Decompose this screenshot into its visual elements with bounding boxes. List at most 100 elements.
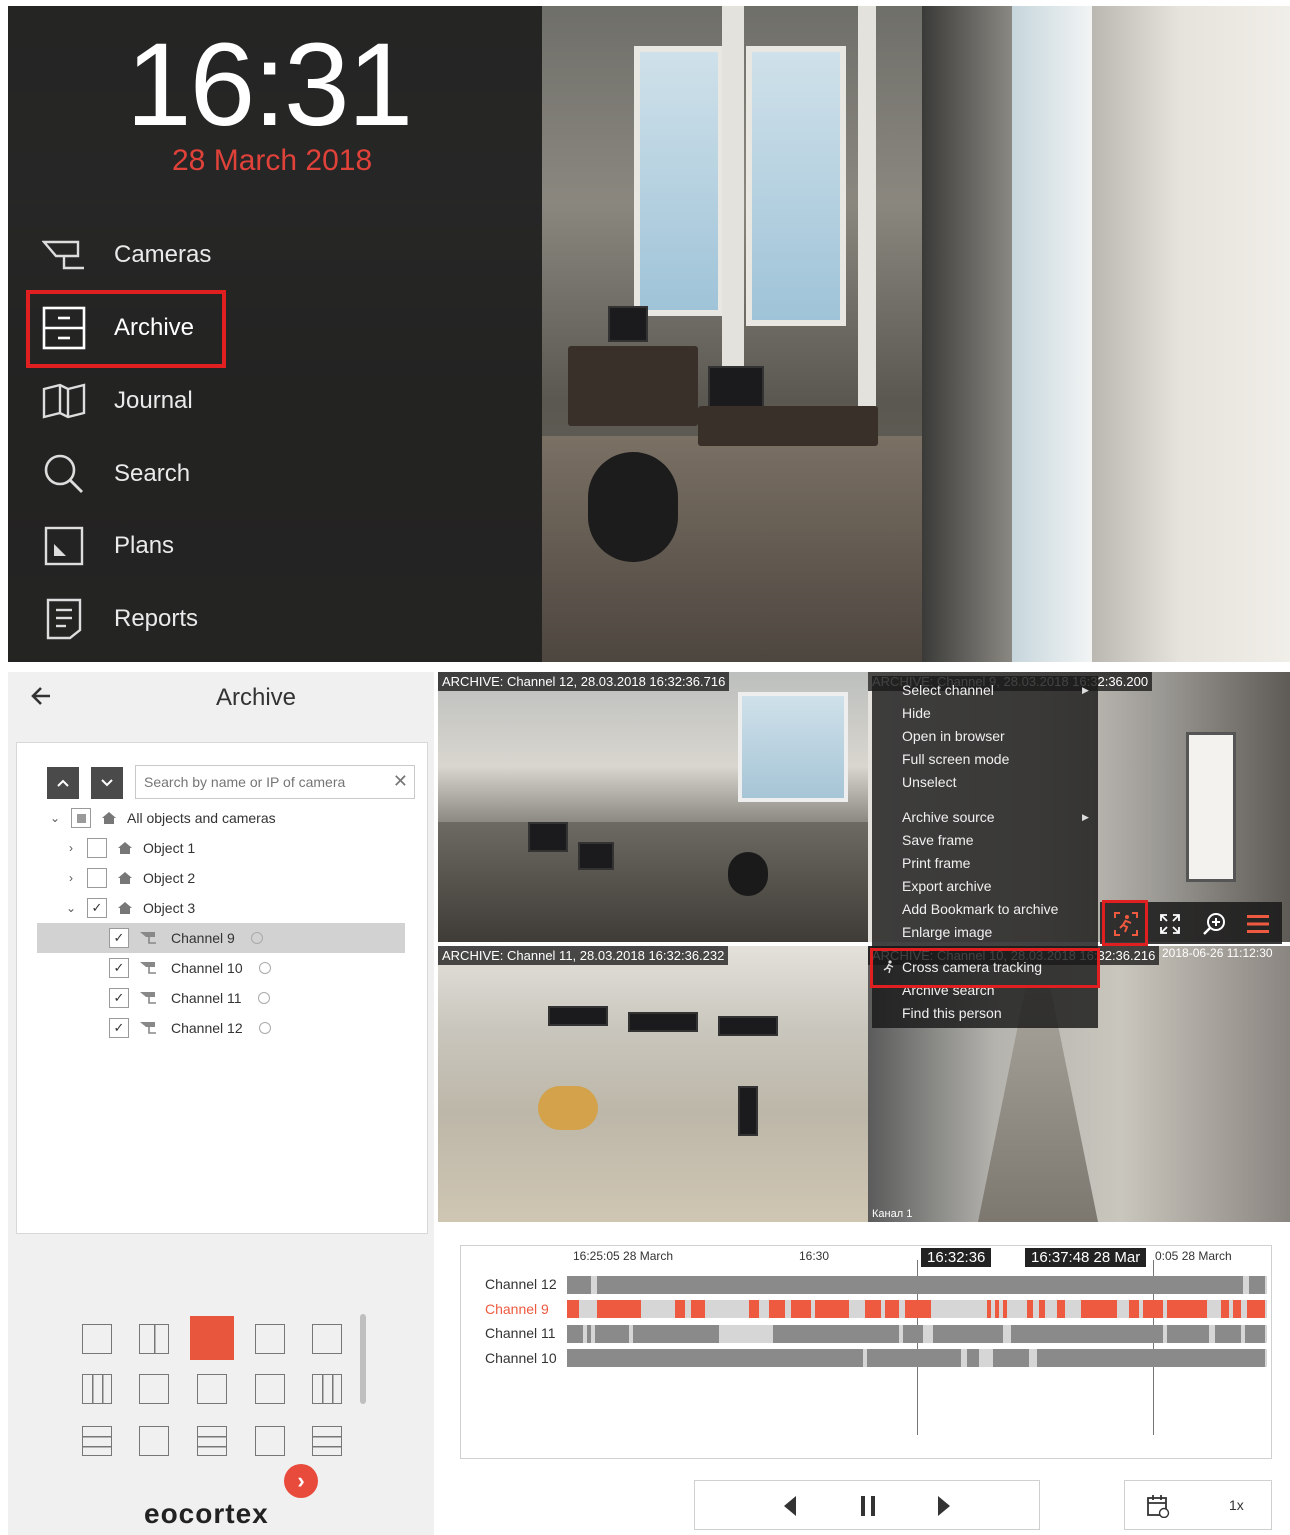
chevron-down-icon[interactable]: ⌄ bbox=[47, 811, 63, 825]
search-icon[interactable] bbox=[250, 932, 263, 944]
checkbox[interactable] bbox=[87, 868, 107, 888]
timeline-track-active[interactable] bbox=[567, 1300, 1267, 1318]
step-back-button[interactable] bbox=[775, 1491, 805, 1521]
record-segment bbox=[865, 1300, 881, 1318]
layout-option-active[interactable] bbox=[190, 1316, 234, 1360]
layout-option[interactable] bbox=[82, 1374, 112, 1404]
video-tile-channel-12[interactable]: ARCHIVE: Channel 12, 28.03.2018 16:32:36… bbox=[438, 672, 868, 942]
monitor bbox=[548, 1006, 608, 1026]
nav-label: Reports bbox=[114, 605, 199, 632]
checkbox[interactable]: ✓ bbox=[109, 1018, 129, 1038]
checkbox[interactable]: ✓ bbox=[109, 928, 129, 948]
menu-item-full-screen[interactable]: Full screen mode bbox=[902, 751, 1009, 767]
layout-option[interactable] bbox=[139, 1324, 169, 1354]
record-segment bbox=[1027, 1300, 1033, 1318]
calendar-button[interactable] bbox=[1143, 1491, 1173, 1521]
menu-item-save-frame[interactable]: Save frame bbox=[902, 832, 974, 848]
glass-panel bbox=[1012, 6, 1092, 662]
search-icon[interactable] bbox=[258, 962, 271, 974]
desk bbox=[568, 346, 698, 426]
tree-label: Channel 11 bbox=[171, 990, 242, 1006]
tree-channel[interactable]: ✓ Channel 12 bbox=[101, 1013, 271, 1043]
tree-channel[interactable]: ✓ Channel 10 bbox=[101, 953, 271, 983]
menu-item-export-archive[interactable]: Export archive bbox=[902, 878, 991, 894]
fullscreen-button[interactable] bbox=[1152, 907, 1188, 941]
chevron-up-icon bbox=[57, 779, 69, 787]
nav-label: Search bbox=[114, 460, 191, 487]
video-tile-channel-11[interactable]: ARCHIVE: Channel 11, 28.03.2018 16:32:36… bbox=[438, 946, 868, 1222]
nav-reports[interactable]: Reports bbox=[42, 594, 242, 644]
layout-option[interactable] bbox=[197, 1426, 227, 1456]
submenu-arrow-icon: ▶ bbox=[1082, 812, 1089, 822]
menu-item-enlarge-image[interactable]: Enlarge image bbox=[902, 924, 992, 940]
record-segment bbox=[1249, 1276, 1265, 1294]
checkbox[interactable] bbox=[87, 838, 107, 858]
layout-scrollbar[interactable] bbox=[360, 1314, 366, 1404]
chevron-right-icon[interactable]: › bbox=[63, 841, 79, 855]
layout-option[interactable] bbox=[255, 1324, 285, 1354]
zoom-button[interactable] bbox=[1196, 907, 1232, 941]
tree-object[interactable]: › Object 1 bbox=[63, 833, 195, 863]
search-input[interactable] bbox=[136, 766, 386, 798]
menu-item-select-channel[interactable]: Select channel bbox=[902, 682, 994, 698]
record-segment bbox=[567, 1300, 579, 1318]
record-segment bbox=[867, 1349, 961, 1367]
clear-search-icon[interactable]: ✕ bbox=[393, 771, 408, 792]
tree-channel[interactable]: ✓ Channel 9 bbox=[101, 923, 263, 953]
layout-option[interactable] bbox=[197, 1374, 227, 1404]
checkbox[interactable]: ✓ bbox=[87, 898, 107, 918]
search-icon[interactable] bbox=[257, 992, 270, 1004]
timeline-track[interactable] bbox=[567, 1325, 1267, 1343]
layout-option[interactable] bbox=[312, 1374, 342, 1404]
checkbox[interactable]: ✓ bbox=[109, 988, 129, 1008]
menu-item-unselect[interactable]: Unselect bbox=[902, 774, 956, 790]
collapse-all-button[interactable] bbox=[47, 767, 79, 799]
nav-cameras[interactable]: Cameras bbox=[42, 230, 242, 280]
menu-item-add-bookmark[interactable]: Add Bookmark to archive bbox=[902, 901, 1058, 917]
timeline-track[interactable] bbox=[567, 1349, 1267, 1367]
checkbox[interactable]: ✓ bbox=[109, 958, 129, 978]
menu-item-hide[interactable]: Hide bbox=[902, 705, 931, 721]
chevron-right-icon[interactable]: › bbox=[63, 871, 79, 885]
checkbox[interactable] bbox=[71, 808, 91, 828]
nav-journal[interactable]: Journal bbox=[42, 376, 242, 426]
record-segment bbox=[1245, 1325, 1265, 1343]
tree-root[interactable]: ⌄ All objects and cameras bbox=[47, 803, 276, 833]
nav-search[interactable]: Search bbox=[42, 449, 242, 499]
search-icon[interactable] bbox=[258, 1022, 271, 1034]
nav-plans[interactable]: Plans bbox=[42, 521, 242, 571]
layout-option[interactable] bbox=[82, 1426, 112, 1456]
menu-item-print-frame[interactable]: Print frame bbox=[902, 855, 970, 871]
menu-item-open-in-browser[interactable]: Open in browser bbox=[902, 728, 1005, 744]
layout-option[interactable] bbox=[82, 1324, 112, 1354]
layout-option[interactable] bbox=[312, 1324, 342, 1354]
pause-button[interactable] bbox=[853, 1491, 883, 1521]
tile-label: ARCHIVE: Channel 11, 28.03.2018 16:32:36… bbox=[438, 946, 729, 965]
tree-object[interactable]: › Object 2 bbox=[63, 863, 195, 893]
record-segment bbox=[933, 1325, 1003, 1343]
record-segment bbox=[691, 1300, 705, 1318]
desk bbox=[698, 406, 878, 446]
expand-all-button[interactable] bbox=[91, 767, 123, 799]
tree-channel[interactable]: ✓ Channel 11 bbox=[101, 983, 270, 1013]
layout-option[interactable] bbox=[139, 1374, 169, 1404]
layout-option[interactable] bbox=[139, 1426, 169, 1456]
layout-option[interactable] bbox=[255, 1374, 285, 1404]
layout-option[interactable] bbox=[255, 1426, 285, 1456]
tree-object[interactable]: ⌄ ✓ Object 3 bbox=[63, 893, 195, 923]
bean-bag bbox=[728, 852, 768, 896]
layout-option[interactable] bbox=[312, 1426, 342, 1456]
chevron-down-icon[interactable]: ⌄ bbox=[63, 901, 79, 915]
record-segment bbox=[885, 1300, 899, 1318]
menu-item-find-this-person[interactable]: Find this person bbox=[902, 1005, 1002, 1021]
record-segment bbox=[597, 1276, 1243, 1294]
record-segment bbox=[769, 1300, 785, 1318]
menu-button[interactable] bbox=[1240, 907, 1276, 941]
submenu-arrow-icon: ▶ bbox=[1082, 685, 1089, 695]
menu-item-archive-source[interactable]: Archive source bbox=[902, 809, 995, 825]
step-forward-button[interactable] bbox=[929, 1491, 959, 1521]
timeline-track[interactable] bbox=[567, 1276, 1267, 1294]
building-icon bbox=[117, 841, 133, 855]
archive-timeline[interactable]: 16:25:05 28 March 16:30 0:05 28 March 16… bbox=[460, 1245, 1272, 1459]
playback-speed[interactable]: 1x bbox=[1229, 1497, 1244, 1513]
